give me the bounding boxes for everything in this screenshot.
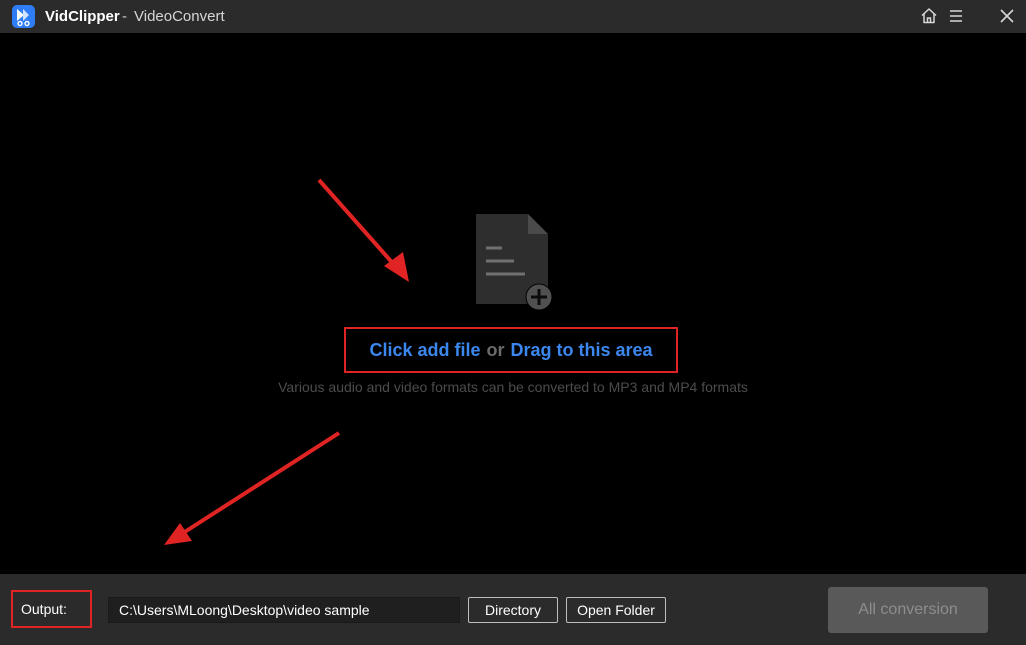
add-file-prompt: Click add file or Drag to this area (344, 327, 678, 373)
file-drop-area[interactable]: Click add file or Drag to this area Variou… (0, 33, 1026, 574)
file-add-icon[interactable] (470, 214, 556, 310)
menu-icon[interactable] (946, 6, 966, 26)
all-conversion-button[interactable]: All conversion (828, 587, 988, 633)
drag-area-link[interactable]: Drag to this area (511, 340, 653, 360)
directory-button[interactable]: Directory (468, 597, 558, 623)
module-title: VideoConvert (134, 8, 225, 25)
bottom-toolbar: Output: C:\Users\MLoong\Desktop\video sa… (0, 574, 1026, 645)
output-label: Output: (11, 590, 92, 628)
output-path-field[interactable]: C:\Users\MLoong\Desktop\video sample (108, 597, 460, 623)
title-separator: - (122, 8, 127, 25)
home-icon[interactable] (919, 6, 939, 26)
close-icon[interactable] (997, 6, 1017, 26)
title-bar: VidClipper - VideoConvert (0, 0, 1026, 33)
vidclipper-logo-icon (12, 5, 35, 28)
click-add-file-link[interactable]: Click add file (369, 340, 480, 360)
supported-formats-hint: Various audio and video formats can be c… (278, 379, 748, 395)
app-name: VidClipper (45, 8, 120, 25)
open-folder-button[interactable]: Open Folder (566, 597, 666, 623)
or-text: or (486, 340, 505, 360)
app-window: VidClipper - VideoConvert Click add file… (0, 0, 1026, 645)
